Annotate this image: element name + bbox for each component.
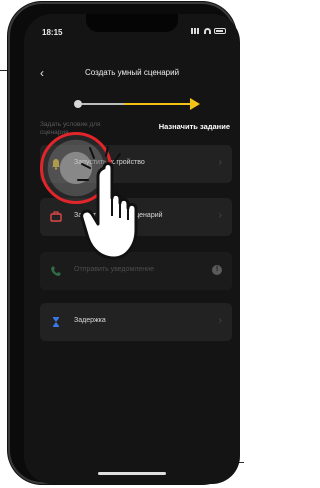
scene-icon — [50, 211, 62, 223]
phone-notify-icon — [50, 265, 62, 277]
battery-icon — [214, 28, 226, 34]
arrow-right-icon — [190, 98, 200, 110]
task-delay[interactable]: Задержка › — [40, 303, 232, 341]
progress-line-done — [82, 103, 124, 105]
task-label: Задержка — [74, 317, 106, 324]
task-label: Отправить уведомление — [74, 266, 154, 273]
step-progress — [74, 98, 204, 110]
tap-hand-icon — [77, 146, 138, 260]
chevron-right-icon: › — [218, 315, 222, 326]
home-indicator[interactable] — [98, 472, 166, 475]
step-dot — [74, 100, 82, 108]
phone-frame: 18:15 ‹ Создать умный сценарий Задать ус… — [8, 2, 240, 484]
page-title: Создать умный сценарий — [84, 68, 180, 77]
hourglass-icon — [50, 316, 62, 328]
chevron-right-icon: › — [218, 157, 222, 168]
app-screen: 18:15 ‹ Создать умный сценарий Задать ус… — [24, 14, 240, 484]
info-icon[interactable]: ! — [212, 265, 222, 275]
status-bar: 18:15 — [24, 14, 240, 50]
progress-line-current — [124, 103, 192, 105]
system-icons — [191, 28, 226, 34]
step-task-label: Назначить задание — [158, 122, 230, 131]
signal-icon — [191, 28, 201, 34]
wifi-icon — [204, 28, 211, 34]
status-time: 18:15 — [42, 28, 63, 37]
chevron-right-icon: › — [218, 210, 222, 221]
header: ‹ Создать умный сценарий — [24, 64, 240, 84]
